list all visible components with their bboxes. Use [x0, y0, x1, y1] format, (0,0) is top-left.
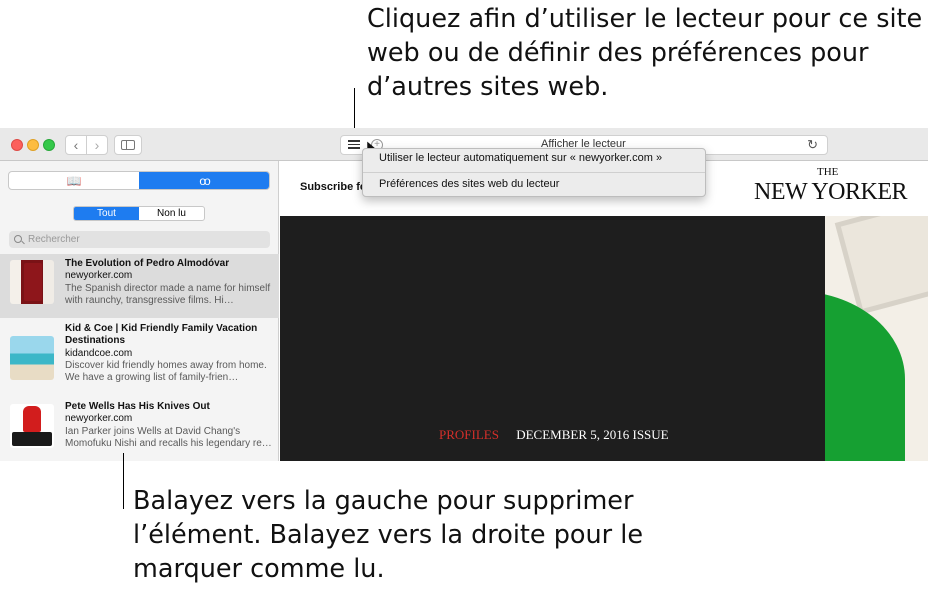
- menu-divider: [363, 172, 705, 173]
- hero-caption: PROFILES DECEMBER 5, 2016 ISSUE: [439, 427, 669, 443]
- zoom-window-button[interactable]: [43, 139, 55, 151]
- item-excerpt: Discover kid friendly homes away from ho…: [65, 359, 267, 384]
- subscribe-link[interactable]: Subscribe fo: [300, 181, 367, 193]
- back-button[interactable]: ‹: [65, 135, 87, 155]
- glasses-icon: oo: [199, 173, 210, 188]
- site-logo[interactable]: NEW YORKER: [754, 179, 908, 206]
- item-domain: kidandcoe.com: [65, 347, 133, 359]
- item-excerpt: Ian Parker joins Wells at David Chang's …: [65, 425, 272, 449]
- sidebar-tabs: 📖 oo: [8, 171, 270, 190]
- tab-reading-list[interactable]: oo: [139, 172, 269, 189]
- item-domain: newyorker.com: [65, 270, 133, 282]
- filter-segment: Tout Non lu: [73, 206, 205, 221]
- forward-button[interactable]: ›: [86, 135, 108, 155]
- sidebar-toggle-button[interactable]: [114, 135, 142, 155]
- callout-swipe: Balayez vers la gauche pour supprimer l’…: [133, 486, 644, 584]
- tab-bookmarks[interactable]: 📖: [9, 172, 139, 189]
- search-icon: [14, 235, 22, 243]
- thumbnail-image: [10, 404, 54, 448]
- list-item[interactable]: The Evolution of Pedro Almodóvar newyork…: [0, 254, 279, 318]
- section-link[interactable]: PROFILES: [439, 427, 499, 442]
- item-domain: newyorker.com: [65, 413, 133, 425]
- callout-line-bottom: [123, 453, 124, 509]
- filter-unread[interactable]: Non lu: [139, 207, 204, 220]
- item-title: Kid & Coe | Kid Friendly Family Vacation…: [65, 323, 258, 347]
- artwork-image: [825, 216, 928, 461]
- search-placeholder: Rechercher: [28, 234, 80, 245]
- reader-popover-menu: Utiliser le lecteur automatiquement sur …: [362, 148, 706, 197]
- close-window-button[interactable]: [11, 139, 23, 151]
- list-item[interactable]: Kid & Coe | Kid Friendly Family Vacation…: [0, 320, 279, 398]
- sidebar-icon: [121, 140, 135, 150]
- masthead-the: THE: [817, 166, 839, 178]
- menu-item-reader-preferences[interactable]: Préférences des sites web du lecteur: [379, 178, 559, 190]
- reload-icon[interactable]: ↻: [807, 137, 818, 153]
- issue-link[interactable]: DECEMBER 5, 2016 ISSUE: [516, 427, 668, 442]
- callout-reader-button: Cliquez afin d’utiliser le lecteur pour …: [367, 4, 923, 102]
- thumbnail-image: [10, 336, 54, 380]
- minimize-window-button[interactable]: [27, 139, 39, 151]
- book-icon: 📖: [66, 173, 82, 188]
- search-input[interactable]: Rechercher: [9, 231, 270, 248]
- reader-icon[interactable]: [348, 140, 360, 150]
- thumbnail-image: [10, 260, 54, 304]
- reading-list-sidebar: 📖 oo Tout Non lu Rechercher The Evolutio…: [0, 161, 279, 461]
- item-title: The Evolution of Pedro Almodóvar: [65, 258, 230, 269]
- list-item[interactable]: Pete Wells Has His Knives Out newyorker.…: [0, 398, 279, 461]
- chevron-left-icon: ‹: [73, 137, 79, 153]
- item-excerpt: The Spanish director made a name for him…: [65, 282, 271, 306]
- web-content: Subscribe fo THE NEW YORKER PROFILES DEC…: [280, 161, 928, 461]
- callout-line-top: [354, 88, 355, 132]
- chevron-right-icon: ›: [94, 137, 100, 153]
- item-title: Pete Wells Has His Knives Out: [65, 401, 210, 412]
- menu-item-auto-reader[interactable]: Utiliser le lecteur automatiquement sur …: [379, 152, 662, 164]
- hero-image: PROFILES DECEMBER 5, 2016 ISSUE: [280, 216, 825, 461]
- filter-all[interactable]: Tout: [74, 207, 139, 220]
